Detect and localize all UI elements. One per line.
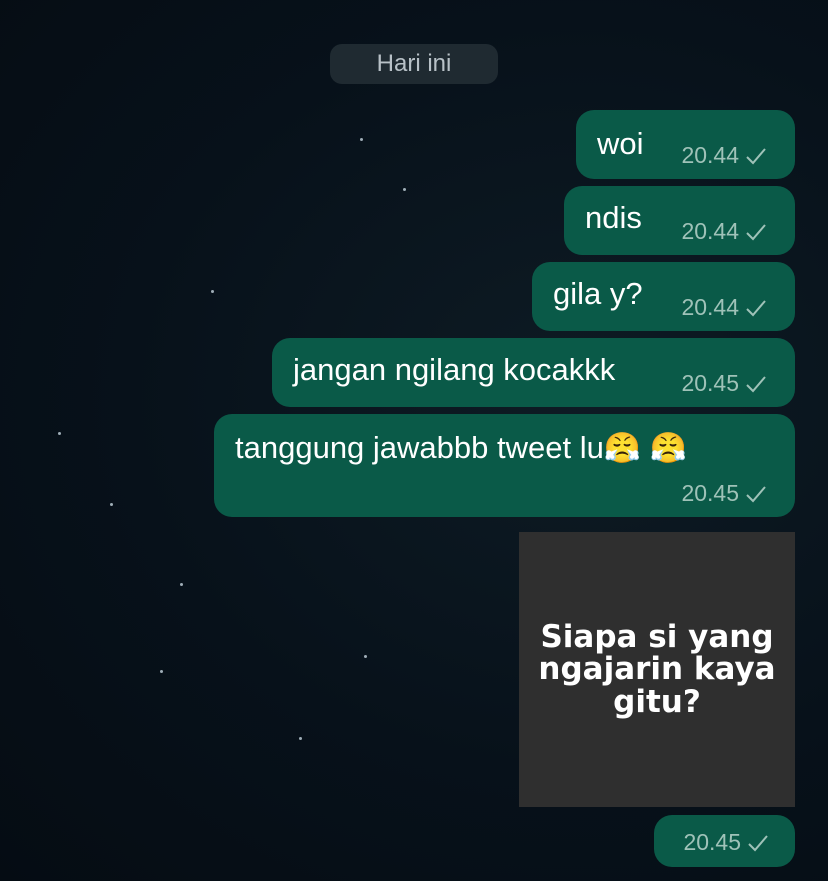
message-time: 20.44 bbox=[681, 218, 739, 244]
sent-check-icon bbox=[748, 834, 768, 851]
message-time: 20.44 bbox=[681, 294, 739, 320]
message-bubble[interactable]: tanggung jawabbb tweet lu😤 😤 20.45 bbox=[214, 414, 795, 517]
message-meta: 20.45 bbox=[681, 370, 767, 397]
image-time-bubble: 20.45 bbox=[654, 815, 795, 867]
background-star bbox=[58, 432, 61, 435]
background-star bbox=[364, 655, 367, 658]
message-text: gila y? bbox=[553, 276, 643, 311]
message-bubble[interactable]: woi 20.44 bbox=[576, 110, 795, 179]
date-separator: Hari ini bbox=[330, 44, 498, 84]
sent-check-icon bbox=[746, 147, 766, 164]
message-meta: 20.44 bbox=[681, 294, 767, 321]
message-meta: 20.45 bbox=[683, 829, 769, 856]
background-star bbox=[211, 290, 214, 293]
message-meta: 20.44 bbox=[681, 142, 767, 169]
background-star bbox=[110, 503, 113, 506]
image-caption: Siapa si yang ngajarin kaya gitu? bbox=[538, 618, 776, 720]
message-bubble[interactable]: ndis 20.44 bbox=[564, 186, 795, 255]
huffing-face-emoji: 😤 😤 bbox=[603, 432, 687, 465]
background-star bbox=[180, 583, 183, 586]
background-star bbox=[299, 737, 302, 740]
message-time: 20.45 bbox=[683, 829, 741, 855]
message-text: tanggung jawabbb tweet lu😤 😤 bbox=[235, 430, 687, 466]
message-meta: 20.44 bbox=[681, 218, 767, 245]
message-text: woi bbox=[597, 126, 644, 161]
message-text: ndis bbox=[585, 200, 642, 235]
message-bubble[interactable]: jangan ngilang kocakkk 20.45 bbox=[272, 338, 795, 407]
message-text: jangan ngilang kocakkk bbox=[293, 352, 616, 387]
message-time: 20.45 bbox=[681, 370, 739, 396]
image-message[interactable]: Siapa si yang ngajarin kaya gitu? bbox=[519, 532, 795, 807]
background-star bbox=[360, 138, 363, 141]
message-time: 20.45 bbox=[681, 480, 739, 506]
background-star bbox=[160, 670, 163, 673]
sent-check-icon bbox=[746, 375, 766, 392]
sent-check-icon bbox=[746, 485, 766, 502]
message-time: 20.44 bbox=[681, 142, 739, 168]
sent-check-icon bbox=[746, 299, 766, 316]
sent-check-icon bbox=[746, 223, 766, 240]
message-meta: 20.45 bbox=[681, 480, 767, 507]
message-text-content: tanggung jawabbb tweet lu bbox=[235, 430, 604, 465]
message-bubble[interactable]: gila y? 20.44 bbox=[532, 262, 795, 331]
background-star bbox=[403, 188, 406, 191]
